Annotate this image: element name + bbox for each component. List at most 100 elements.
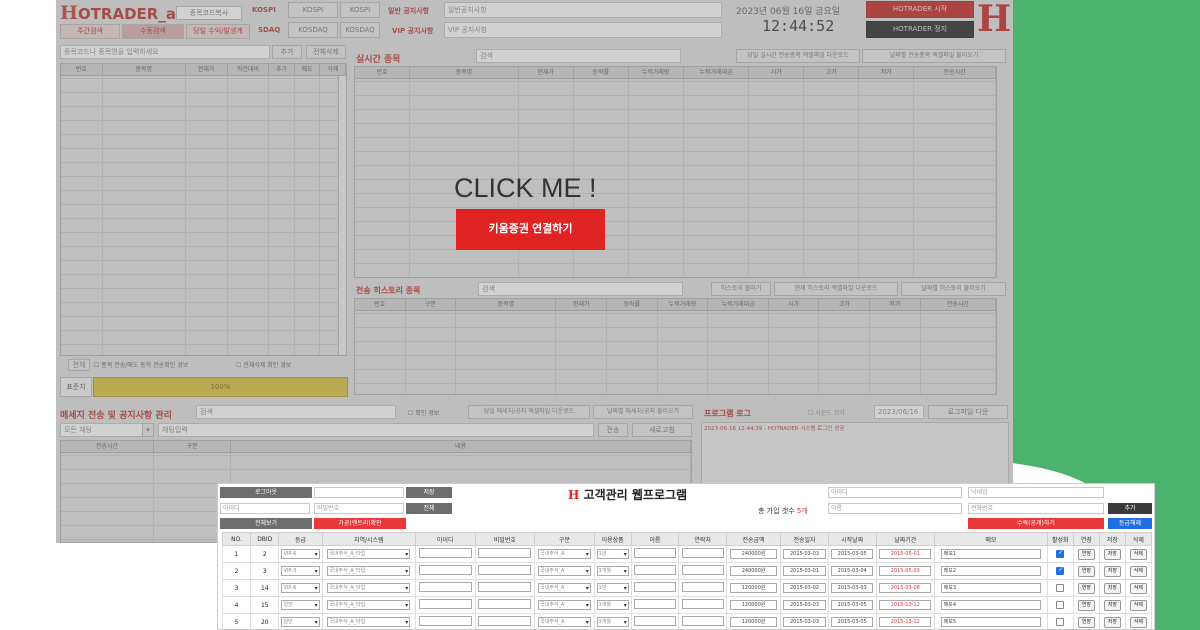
grade-release-button[interactable]: 등급해제: [1108, 518, 1152, 529]
phone-field[interactable]: [681, 616, 724, 626]
id-field[interactable]: [418, 548, 472, 558]
active-checkbox[interactable]: [1056, 601, 1065, 609]
start-date-field[interactable]: 2015-03-05: [831, 549, 874, 559]
menu-manual-search[interactable]: 수동검색: [122, 24, 184, 39]
start-date-field[interactable]: 2015-03-05: [831, 600, 874, 610]
transfer-date-field[interactable]: 2015-03-03: [783, 549, 826, 559]
history-grid[interactable]: 번호 구분 종목명 현재가 등락률 누적거래량 누적거래대금 시가 고가 저가 전송시간: [354, 298, 997, 395]
select-all-button[interactable]: 전체: [68, 359, 90, 371]
plan-select[interactable]: 3개월: [596, 600, 629, 610]
end-date-field[interactable]: 2015-05-03: [879, 566, 932, 576]
password-field[interactable]: [478, 616, 532, 626]
id-field[interactable]: [418, 599, 472, 609]
chat-input[interactable]: 채팅입력: [158, 423, 594, 437]
password-field[interactable]: [478, 565, 532, 575]
vip-notice-input[interactable]: VIP 공지사항: [444, 22, 722, 38]
active-checkbox[interactable]: [1056, 618, 1065, 626]
password-field[interactable]: [478, 599, 532, 609]
end-date-field[interactable]: 2015-13-12: [879, 600, 932, 610]
memo-field[interactable]: 메모5: [940, 617, 1042, 627]
save-admin-button[interactable]: 저장: [406, 487, 452, 498]
transfer-confirm-alert-check[interactable]: ☐ 종목 전송/매도 동작 전송확인 경보: [94, 360, 188, 369]
watchlist-scrollbar[interactable]: [338, 76, 346, 355]
add-button[interactable]: 추가: [1108, 503, 1152, 514]
copy-code-button[interactable]: 종목코드복사: [176, 6, 242, 20]
send-button[interactable]: 전송: [598, 423, 628, 437]
history-search-input[interactable]: 검색: [478, 282, 683, 296]
delete-button[interactable]: 삭제: [1129, 582, 1148, 594]
transfer-date-field[interactable]: 2015-03-03: [783, 600, 826, 610]
chevron-down-icon[interactable]: ▾: [142, 423, 154, 437]
view-all-button[interactable]: 전체보기: [220, 518, 312, 529]
kind-select[interactable]: 국내주식_A: [538, 600, 591, 610]
system-select[interactable]: 국내주식_A_타입: [327, 600, 411, 610]
kosdaq-button-1[interactable]: KOSDAQ: [288, 22, 338, 38]
hotrader-start-button[interactable]: HOTRADER 시작: [866, 1, 974, 18]
phone-field[interactable]: [681, 582, 724, 592]
delete-button[interactable]: 삭제: [1129, 616, 1148, 628]
id-field[interactable]: [418, 616, 472, 626]
hotrader-stop-button[interactable]: HOTRADER 정지: [866, 21, 974, 38]
kiwoom-connect-button[interactable]: 키움증권 연결하기: [456, 209, 605, 250]
grade-select[interactable]: VIP-3: [281, 566, 320, 576]
phone-field[interactable]: [681, 548, 724, 558]
admin-id-input[interactable]: [314, 487, 404, 498]
active-checkbox[interactable]: [1056, 566, 1065, 575]
name-field[interactable]: [633, 565, 676, 575]
save-button[interactable]: 저장: [1103, 582, 1121, 594]
password-field[interactable]: [478, 548, 532, 558]
amount-field[interactable]: 240000원: [729, 549, 778, 559]
history-load-button[interactable]: 히스토리 불러기: [711, 282, 771, 296]
filter-name-input[interactable]: 이름: [828, 503, 962, 514]
start-date-field[interactable]: 2015-03-03: [831, 583, 874, 593]
kospi-button-1[interactable]: KOSPI: [288, 2, 338, 18]
plan-select[interactable]: 1년: [596, 549, 629, 559]
grade-select[interactable]: VIP-6: [281, 549, 320, 559]
sound-off-check[interactable]: ☐ 사운드 끄기: [808, 408, 845, 417]
delete-button[interactable]: 삭제: [1129, 565, 1148, 577]
filter-nickname-input[interactable]: 닉네임: [968, 487, 1104, 498]
search-button[interactable]: 전체: [406, 503, 452, 514]
name-field[interactable]: [633, 548, 676, 558]
history-date-load-button[interactable]: 날짜별 히스토리 불러오기: [901, 282, 1006, 296]
memo-field[interactable]: 메모4: [940, 600, 1042, 610]
id-field[interactable]: [418, 582, 472, 592]
general-notice-input[interactable]: 일반공지사항: [444, 2, 722, 18]
kind-select[interactable]: 국내주식_A: [538, 549, 591, 559]
system-select[interactable]: 국내주식_A_타입: [327, 566, 411, 576]
history-excel-download-button[interactable]: 현재 히스토리 엑셀파일 다운로드: [774, 282, 898, 296]
filter-phone-input[interactable]: 전화번호: [968, 503, 1104, 514]
delete-button[interactable]: 삭제: [1129, 548, 1148, 560]
accept-button[interactable]: 수락(공개)하기: [968, 518, 1104, 529]
start-date-field[interactable]: 2015-03-05: [831, 617, 874, 627]
save-button[interactable]: 저장: [1103, 599, 1121, 611]
log-date-input[interactable]: 2023/06/16: [874, 405, 924, 419]
kospi-button-2[interactable]: KOSPI: [340, 2, 380, 18]
plan-select[interactable]: 3개월: [596, 566, 629, 576]
menu-weekly-search[interactable]: 주간검색: [60, 24, 120, 39]
entry-confirm-button[interactable]: 가공(엔트리)확인: [314, 518, 406, 529]
phone-field[interactable]: [681, 599, 724, 609]
message-search-input[interactable]: 검색: [196, 405, 396, 419]
amount-field[interactable]: 120000원: [729, 617, 778, 627]
active-checkbox[interactable]: [1056, 549, 1065, 558]
kind-select[interactable]: 국내주식_A: [538, 566, 591, 576]
message-excel-download-button[interactable]: 당일 메세지/공지 엑셀파일 다운로드: [468, 405, 590, 419]
kind-select[interactable]: 국내주식_A: [538, 617, 591, 627]
save-button[interactable]: 저장: [1103, 616, 1121, 628]
phone-field[interactable]: [681, 565, 724, 575]
id-input[interactable]: 아이디: [220, 503, 310, 514]
amount-field[interactable]: 120000원: [729, 583, 778, 593]
end-date-field[interactable]: 2015-03-08: [879, 583, 932, 593]
start-date-field[interactable]: 2015-03-04: [831, 566, 874, 576]
delete-confirm-alert-check[interactable]: ☐ 전체삭제 확인 경보: [236, 360, 291, 369]
logout-button[interactable]: 로그아웃: [220, 487, 312, 498]
add-stock-button[interactable]: 추가: [272, 45, 302, 59]
memo-field[interactable]: 메모2: [940, 566, 1042, 576]
realtime-excel-download-button[interactable]: 당일 실시간 전송종목 엑셀파일 다운로드: [736, 49, 860, 63]
name-field[interactable]: [633, 582, 676, 592]
watchlist-grid[interactable]: 번호 종목명 현재가 직전대비 추가 매도 삭제: [60, 63, 347, 356]
name-field[interactable]: [633, 616, 676, 626]
realtime-excel-load-button[interactable]: 날짜별 전송종목 엑셀파일 불러오기: [862, 49, 1006, 63]
log-download-button[interactable]: 로그파일 다운: [928, 405, 1008, 419]
